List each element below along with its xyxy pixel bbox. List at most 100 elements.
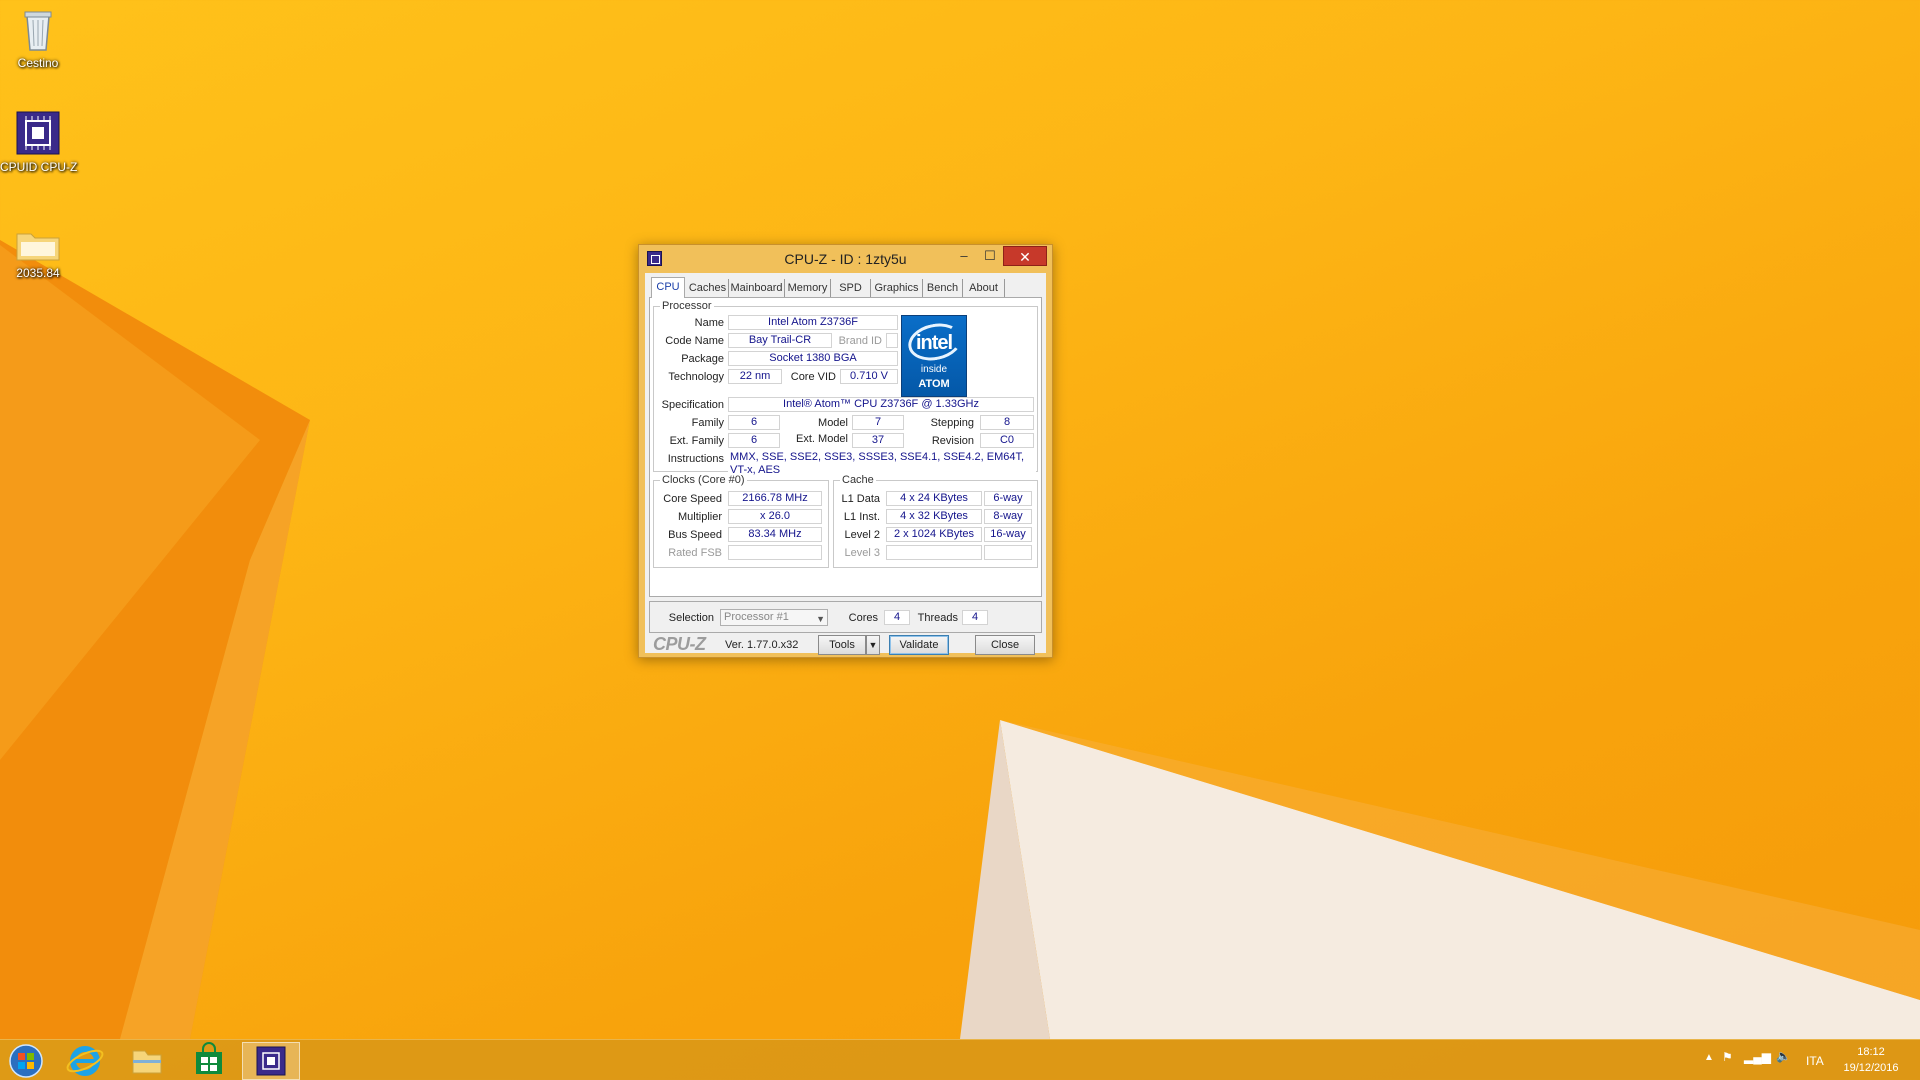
clock-date: 19/12/2016 [1843, 1062, 1899, 1074]
ratedfsb-value [728, 545, 822, 560]
close-button[interactable]: Close [975, 635, 1035, 655]
taskbar-cpuz[interactable] [242, 1042, 300, 1080]
cache-group: Cache L1 Data 4 x 24 KBytes 6-way L1 Ins… [833, 474, 1038, 568]
version-label: Ver. 1.77.0.x32 [725, 639, 799, 651]
internet-explorer-icon [66, 1046, 104, 1076]
taskbar-store[interactable] [180, 1042, 238, 1080]
start-icon [9, 1044, 43, 1078]
clock-time: 18:12 [1857, 1046, 1885, 1058]
family-label: Family [691, 417, 724, 429]
processor-select[interactable]: Processor #1 ▼ [720, 609, 828, 626]
logo-line1: inside [920, 364, 948, 375]
l1inst-label: L1 Inst. [843, 511, 880, 523]
tab-cpu[interactable]: CPU [651, 277, 685, 298]
processor-group: Processor Name Intel Atom Z3736F Code Na… [653, 300, 1038, 479]
chevron-down-icon: ▼ [816, 614, 825, 624]
l1data-value: 4 x 24 KBytes [886, 491, 982, 506]
technology-label: Technology [668, 371, 724, 383]
level2-value: 2 x 1024 KBytes [886, 527, 982, 542]
clocks-group: Clocks (Core #0) Core Speed 2166.78 MHz … [653, 474, 829, 568]
start-button[interactable] [0, 1042, 52, 1080]
folder-icon [15, 228, 61, 262]
busspeed-label: Bus Speed [668, 529, 722, 541]
group-label: Cache [840, 474, 876, 486]
threads-label: Threads [917, 612, 958, 624]
group-label: Clocks (Core #0) [660, 474, 747, 486]
network-signal-icon[interactable]: ▂▄▆ [1744, 1050, 1771, 1064]
level2-way: 16-way [984, 527, 1032, 542]
clock[interactable]: 18:12 19/12/2016 [1836, 1044, 1906, 1076]
language-indicator[interactable]: ITA [1806, 1054, 1824, 1070]
desktop-icon-label: CPUID CPU-Z [0, 160, 78, 174]
close-window-button[interactable]: ✕ [1003, 246, 1047, 266]
level3-label: Level 3 [844, 547, 880, 559]
tab-spd[interactable]: SPD [831, 279, 871, 297]
name-label: Name [694, 317, 724, 329]
multiplier-value: x 26.0 [728, 509, 822, 524]
level3-way [984, 545, 1032, 560]
extmodel-value: 37 [852, 433, 904, 448]
level3-value [886, 545, 982, 560]
tab-strip: CPU Caches Mainboard Memory SPD Graphics… [649, 277, 1039, 298]
taskbar: ▲ ⚑ ▂▄▆ 🔈 ITA 18:12 19/12/2016 [0, 1039, 1920, 1080]
cpuz-window: CPU-Z - ID : 1zty5u – ☐ ✕ CPU Caches Mai… [638, 244, 1053, 658]
instructions-label: Instructions [667, 453, 724, 465]
desktop-icon-label: Cestino [17, 56, 59, 70]
package-label: Package [681, 353, 724, 365]
corevid-value: 0.710 V [840, 369, 898, 384]
desktop-icon-label: 2035.84 [16, 266, 60, 280]
ratedfsb-label: Rated FSB [668, 547, 722, 559]
l1inst-value: 4 x 32 KBytes [886, 509, 982, 524]
action-center-flag-icon[interactable]: ⚑ [1722, 1050, 1733, 1064]
busspeed-value: 83.34 MHz [728, 527, 822, 542]
title-bar[interactable]: CPU-Z - ID : 1zty5u – ☐ ✕ [639, 245, 1052, 271]
l1data-way: 6-way [984, 491, 1032, 506]
maximize-button[interactable]: ☐ [977, 246, 1003, 266]
brandid-value [886, 333, 898, 348]
extmodel-label: Ext. Model [796, 433, 848, 445]
logo-brand: intel [915, 332, 953, 354]
stepping-value: 8 [980, 415, 1034, 430]
taskbar-internet-explorer[interactable] [56, 1042, 114, 1080]
tab-memory[interactable]: Memory [785, 279, 831, 297]
instructions-value: MMX, SSE, SSE2, SSE3, SSSE3, SSE4.1, SSE… [728, 451, 1036, 479]
intel-atom-logo: intel inside ATOM [901, 315, 967, 397]
codename-value: Bay Trail-CR [728, 333, 832, 348]
tab-about[interactable]: About [963, 279, 1005, 297]
validate-button[interactable]: Validate [889, 635, 949, 655]
threads-value: 4 [962, 610, 988, 625]
cpuz-brand-logo: CPU-Z [653, 634, 706, 654]
group-label: Processor [660, 300, 714, 312]
revision-value: C0 [980, 433, 1034, 448]
file-explorer-icon [132, 1050, 162, 1074]
cpuz-icon [15, 110, 61, 156]
model-value: 7 [852, 415, 904, 430]
selection-label: Selection [668, 612, 714, 624]
multiplier-label: Multiplier [677, 511, 722, 523]
recycle-bin-icon [15, 6, 61, 52]
minimize-button[interactable]: – [951, 246, 977, 266]
name-value: Intel Atom Z3736F [728, 315, 898, 330]
codename-label: Code Name [665, 335, 724, 347]
cpu-tab-page: Processor Name Intel Atom Z3736F Code Na… [649, 297, 1042, 597]
taskbar-file-explorer[interactable] [118, 1042, 176, 1080]
show-hidden-icons-icon[interactable]: ▲ [1704, 1052, 1714, 1063]
spec-value: Intel® Atom™ CPU Z3736F @ 1.33GHz [728, 397, 1034, 412]
brandid-label: Brand ID [838, 335, 882, 347]
tools-dropdown-button[interactable]: ▼ [866, 635, 880, 655]
tab-caches[interactable]: Caches [687, 279, 729, 297]
model-label: Model [818, 417, 848, 429]
corevid-label: Core VID [790, 371, 836, 383]
package-value: Socket 1380 BGA [728, 351, 898, 366]
extfamily-label: Ext. Family [669, 435, 724, 447]
desktop-icon-cpuz[interactable]: CPUID CPU-Z [0, 110, 78, 174]
tab-bench[interactable]: Bench [923, 279, 963, 297]
spec-label: Specification [661, 399, 724, 411]
desktop-icon-folder[interactable]: 2035.84 [0, 228, 76, 280]
tools-button[interactable]: Tools [818, 635, 866, 655]
tab-graphics[interactable]: Graphics [871, 279, 923, 297]
volume-icon[interactable]: 🔈 [1776, 1049, 1791, 1063]
desktop-icon-recycle-bin[interactable]: Cestino [0, 6, 76, 70]
tab-mainboard[interactable]: Mainboard [729, 279, 785, 297]
window-client: CPU Caches Mainboard Memory SPD Graphics… [645, 273, 1046, 655]
